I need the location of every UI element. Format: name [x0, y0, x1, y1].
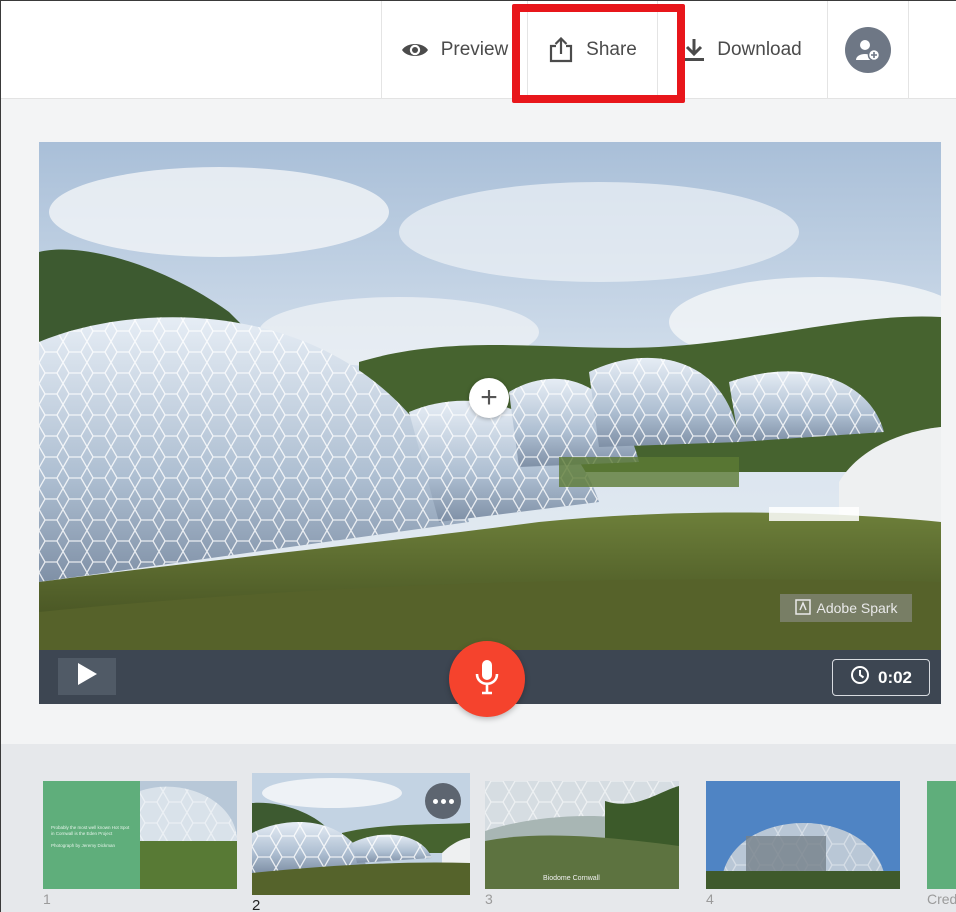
record-voice-button[interactable]	[449, 641, 525, 717]
add-collaborator-icon	[845, 27, 891, 73]
app-frame: Preview Share Download + Adobe Spark 0:0…	[0, 0, 956, 912]
download-button[interactable]: Download	[657, 1, 827, 99]
share-button[interactable]: Share	[527, 1, 657, 99]
spark-logo-icon	[794, 598, 811, 618]
download-label: Download	[717, 39, 802, 60]
slide-number-credits: Cred	[927, 891, 956, 907]
share-label: Share	[586, 39, 637, 60]
slide-thumbnail-3[interactable]: Biodome Cornwall	[485, 781, 679, 889]
slide-thumbnail-credits[interactable]	[927, 781, 956, 889]
eye-icon	[401, 40, 429, 60]
slide-1-caption-line3: Photograph by Jeremy Dickman	[51, 843, 116, 848]
play-button[interactable]	[58, 658, 116, 695]
duration-display[interactable]: 0:02	[832, 659, 930, 696]
slide-3-caption: Biodome Cornwall	[543, 875, 600, 882]
add-collaborator-button[interactable]	[827, 1, 909, 99]
clock-icon	[850, 665, 870, 690]
share-icon	[548, 37, 574, 63]
plus-icon: +	[480, 381, 498, 414]
slide-number-3: 3	[485, 891, 493, 907]
adobe-spark-watermark: Adobe Spark	[780, 594, 912, 622]
duration-text: 0:02	[877, 667, 913, 687]
slide-thumbnail-4[interactable]	[706, 781, 900, 889]
top-toolbar: Preview Share Download	[1, 1, 956, 99]
play-icon	[76, 662, 98, 691]
slide-number-4: 4	[706, 891, 714, 907]
slide-number-1: 1	[43, 891, 51, 907]
slide-number-2: 2	[252, 897, 261, 912]
slide-thumbnail-1[interactable]: Probably the most well known Hot Spot in…	[43, 781, 237, 889]
slide-1-caption-line2: in Cornwall is the Eden Project	[51, 831, 113, 836]
watermark-text: Adobe Spark	[816, 600, 898, 616]
preview-label: Preview	[440, 39, 509, 60]
microphone-icon	[474, 659, 500, 700]
slide-options-button[interactable]	[425, 783, 461, 819]
more-icon	[432, 798, 454, 804]
add-element-button[interactable]: +	[469, 378, 509, 418]
preview-button[interactable]: Preview	[381, 1, 527, 99]
download-icon	[683, 38, 705, 62]
